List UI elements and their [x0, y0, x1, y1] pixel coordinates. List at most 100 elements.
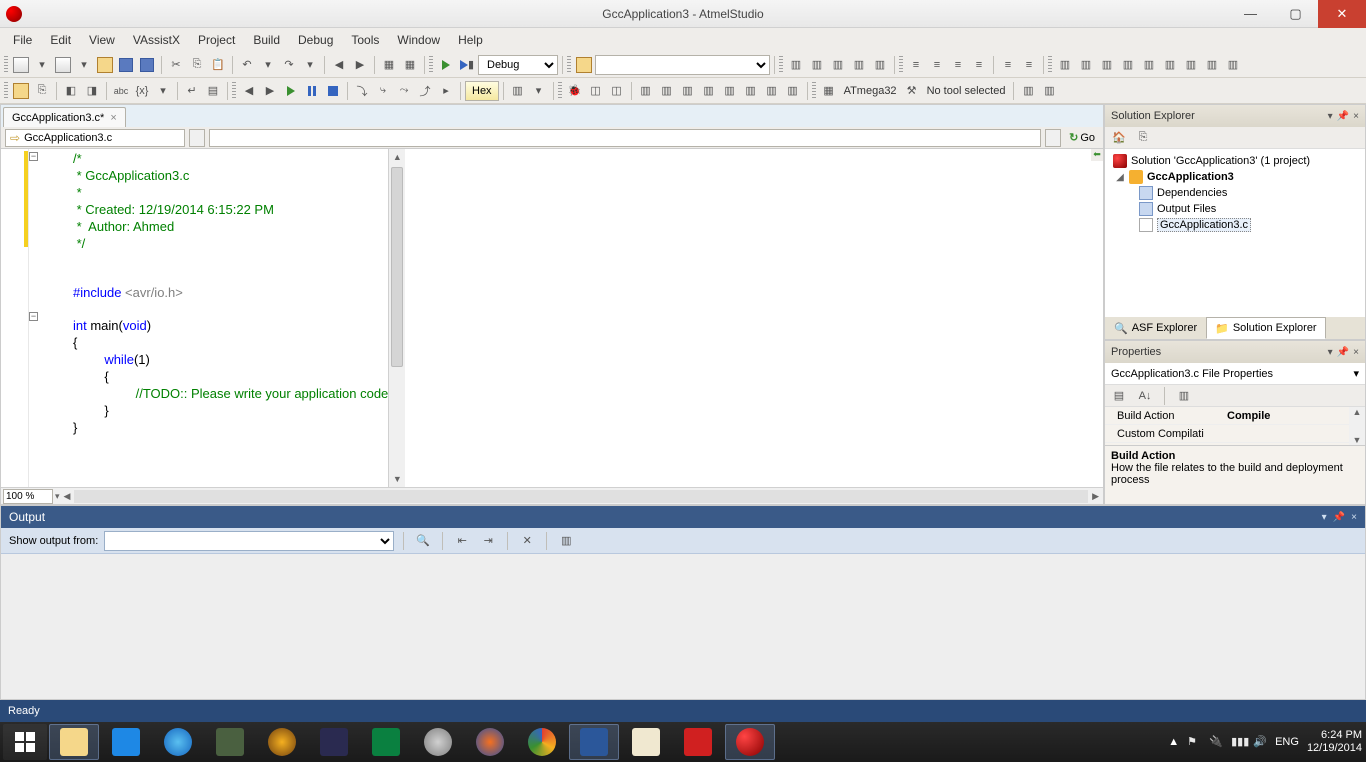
va-btn[interactable]: ◨	[82, 81, 102, 101]
uncomment-btn[interactable]: ≡	[1019, 55, 1039, 75]
window-btn[interactable]: ▥	[1118, 55, 1138, 75]
start-nodebug-button[interactable]: ▮	[457, 55, 477, 75]
dropdown-icon[interactable]: ▾	[1322, 512, 1327, 523]
grip-icon[interactable]	[4, 82, 8, 100]
step-button[interactable]: ⤵	[352, 81, 372, 101]
tool-button[interactable]: ▥	[783, 81, 803, 101]
menu-vassistx[interactable]: VAssistX	[124, 30, 189, 50]
nav-back-button[interactable]: ◀	[329, 55, 349, 75]
power-icon[interactable]: 🔌	[1209, 735, 1223, 749]
window-btn[interactable]: ▥	[1202, 55, 1222, 75]
tool-button[interactable]: ▥	[1018, 81, 1038, 101]
tool-button[interactable]: ▥	[678, 81, 698, 101]
dropdown-icon[interactable]: ▾	[1328, 347, 1333, 358]
va-btn[interactable]: ▤	[203, 81, 223, 101]
dropdown-icon[interactable]: ▾	[1353, 367, 1359, 380]
lang-indicator[interactable]: ENG	[1275, 736, 1299, 748]
task-word[interactable]	[569, 724, 619, 760]
undo-button[interactable]: ↶	[237, 55, 257, 75]
flag-icon[interactable]: ⚑	[1187, 735, 1201, 749]
build-button[interactable]: ▦	[379, 55, 399, 75]
show-all-button[interactable]: ⎘	[1133, 128, 1153, 148]
dbg-btn[interactable]: ▥	[508, 81, 528, 101]
menu-build[interactable]: Build	[244, 30, 289, 50]
scroll-up-icon[interactable]: ▲	[389, 149, 405, 165]
find-combo[interactable]	[595, 55, 770, 75]
window-btn[interactable]: ▥	[1223, 55, 1243, 75]
maximize-button[interactable]: ▢	[1273, 0, 1318, 28]
pause-button[interactable]	[302, 81, 322, 101]
menu-debug[interactable]: Debug	[289, 30, 342, 50]
nav-arrow-icon[interactable]: ⬅	[1091, 149, 1103, 161]
sort-button[interactable]: A↓	[1135, 386, 1155, 406]
scroll-track[interactable]	[74, 490, 1088, 503]
va-btn[interactable]: ◧	[61, 81, 81, 101]
grip-icon[interactable]	[899, 56, 903, 74]
redo-button[interactable]: ↷	[279, 55, 299, 75]
tool-button[interactable]: ▥	[657, 81, 677, 101]
tool-button[interactable]: ◫	[586, 81, 606, 101]
menu-help[interactable]: Help	[449, 30, 492, 50]
scroll-right-icon[interactable]: ▶	[1092, 491, 1099, 502]
pin-icon[interactable]: 📌	[1333, 512, 1345, 523]
vertical-scrollbar[interactable]: ▲ ▼	[388, 149, 405, 487]
tray-up-icon[interactable]: ▲	[1168, 736, 1179, 748]
redo-dropdown[interactable]: ▾	[300, 55, 320, 75]
tab-asf-explorer[interactable]: 🔍 ASF Explorer	[1105, 317, 1206, 339]
scrollbar[interactable]: ▲▼	[1349, 407, 1365, 445]
tree-project[interactable]: ◢ GccApplication3	[1107, 169, 1363, 185]
step-out-button[interactable]: ⤴	[415, 81, 435, 101]
add-item-button[interactable]	[53, 55, 73, 75]
add-dropdown[interactable]: ▾	[74, 55, 94, 75]
task-hp[interactable]	[413, 724, 463, 760]
properties-grid[interactable]: Build Action Compile Custom Compilati ▲▼	[1105, 407, 1365, 445]
close-icon[interactable]: ×	[1351, 512, 1357, 523]
tab-solution-explorer[interactable]: 📁 Solution Explorer	[1206, 317, 1325, 339]
grip-icon[interactable]	[1048, 56, 1052, 74]
tool-btn[interactable]: ▥	[807, 55, 827, 75]
code-content[interactable]: /* * GccApplication3.c * * Created: 12/1…	[29, 149, 388, 487]
task-ie[interactable]	[153, 724, 203, 760]
wifi-icon[interactable]: ▮▮▮	[1231, 735, 1245, 749]
dbg-dropdown[interactable]: ▾	[529, 81, 549, 101]
tool-button[interactable]: ▥	[636, 81, 656, 101]
task-store[interactable]	[361, 724, 411, 760]
tool-button[interactable]: 🐞	[565, 81, 585, 101]
dropdown-icon[interactable]: ▾	[1328, 111, 1333, 122]
task-explorer[interactable]	[49, 724, 99, 760]
symbol-combo[interactable]	[209, 129, 1041, 147]
tool-button[interactable]: ▥	[762, 81, 782, 101]
tool-btn[interactable]: ▥	[828, 55, 848, 75]
tree-dependencies[interactable]: Dependencies	[1107, 185, 1363, 201]
output-from-combo[interactable]	[104, 531, 394, 551]
task-media[interactable]	[257, 724, 307, 760]
categorize-button[interactable]: ▤	[1109, 386, 1129, 406]
indent-btn[interactable]: ≡	[906, 55, 926, 75]
indent-btn[interactable]: ≡	[948, 55, 968, 75]
stop-button[interactable]	[323, 81, 343, 101]
prev-button[interactable]: ⇤	[452, 531, 472, 551]
scroll-down-icon[interactable]: ▼	[389, 471, 405, 487]
open-folder-button[interactable]	[574, 55, 594, 75]
property-row[interactable]: Build Action Compile	[1105, 407, 1365, 425]
window-btn[interactable]: ▥	[1097, 55, 1117, 75]
cut-button[interactable]: ✂	[166, 55, 186, 75]
start-debug-button[interactable]	[436, 55, 456, 75]
tree-output-files[interactable]: Output Files	[1107, 201, 1363, 217]
menu-edit[interactable]: Edit	[41, 30, 80, 50]
close-icon[interactable]: ×	[1353, 111, 1359, 122]
start-button[interactable]	[3, 724, 47, 760]
task-firefox[interactable]	[465, 724, 515, 760]
scroll-left-icon[interactable]: ◀	[64, 491, 71, 502]
close-button[interactable]: ✕	[1318, 0, 1366, 28]
tool-button[interactable]: ▥	[741, 81, 761, 101]
clock[interactable]: 6:24 PM 12/19/2014	[1307, 729, 1362, 755]
menu-file[interactable]: File	[4, 30, 41, 50]
find-button[interactable]: 🔍	[413, 531, 433, 551]
build-sol-button[interactable]: ▦	[400, 55, 420, 75]
pin-icon[interactable]: 📌	[1337, 347, 1349, 358]
task-paint[interactable]	[621, 724, 671, 760]
fold-toggle[interactable]: −	[29, 312, 38, 321]
minimize-button[interactable]: —	[1228, 0, 1273, 28]
grip-icon[interactable]	[558, 82, 562, 100]
